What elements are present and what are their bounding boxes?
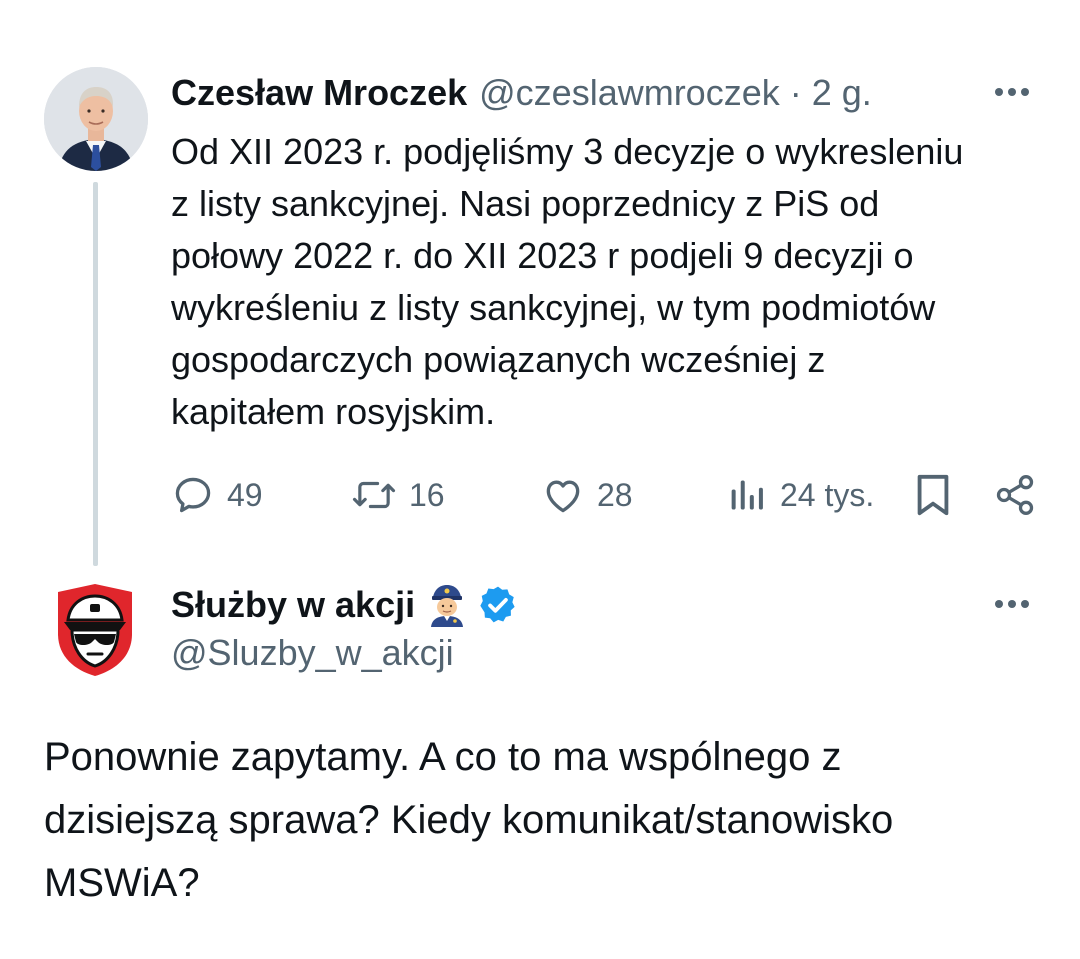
like-button[interactable]: 28 <box>541 470 633 520</box>
views-count: 24 tys. <box>780 476 875 513</box>
like-count: 28 <box>597 476 633 513</box>
separator-dot: · <box>789 72 802 113</box>
author-handle[interactable]: @czeslawmroczek <box>479 72 780 114</box>
more-options-button[interactable] <box>992 72 1032 112</box>
retweet-icon <box>352 481 396 509</box>
avatar-photo <box>44 67 148 171</box>
author-avatar-czeslaw[interactable] <box>44 67 148 171</box>
views-button[interactable]: 24 tys. <box>728 470 874 520</box>
reply-icon <box>175 477 211 513</box>
author-avatar-sluzby[interactable] <box>50 582 140 678</box>
more-horizontal-icon <box>995 88 1029 96</box>
retweet-button[interactable]: 16 <box>351 470 445 520</box>
retweet-count: 16 <box>409 476 445 513</box>
thread-connector-line <box>93 182 98 566</box>
bookmark-icon <box>917 474 949 516</box>
tweet-text-2: Ponownie zapytamy. A co to ma wspólnego … <box>44 735 894 905</box>
share-icon <box>996 475 1034 515</box>
tweet-timestamp[interactable]: 2 g. <box>812 72 872 114</box>
reply-count: 49 <box>227 476 263 513</box>
tweet-text: Od XII 2023 r. podjęliśmy 3 decyzje o wy… <box>171 131 964 432</box>
tweet-header-2: Służby w akcji <box>171 580 519 630</box>
author-name[interactable]: Czesław Mroczek <box>171 72 467 114</box>
tweet-actions-bar: 49 16 28 24 tys. <box>171 470 1041 520</box>
sluzby-logo <box>58 584 132 676</box>
reply-button[interactable]: 49 <box>171 470 263 520</box>
heart-icon <box>546 480 580 513</box>
more-options-button-2[interactable] <box>992 584 1032 624</box>
police-officer-emoji-icon <box>427 583 467 627</box>
tweet-header: Czesław Mroczek @czeslawmroczek · 2 g. <box>171 70 872 116</box>
share-button[interactable] <box>993 470 1037 520</box>
more-horizontal-icon <box>995 600 1029 608</box>
bookmark-button[interactable] <box>913 470 953 520</box>
author-handle-2[interactable]: @Sluzby_w_akcji <box>171 632 454 674</box>
views-chart-icon <box>731 480 763 510</box>
verified-badge-icon <box>477 584 519 626</box>
author-name-2[interactable]: Służby w akcji <box>171 584 415 626</box>
